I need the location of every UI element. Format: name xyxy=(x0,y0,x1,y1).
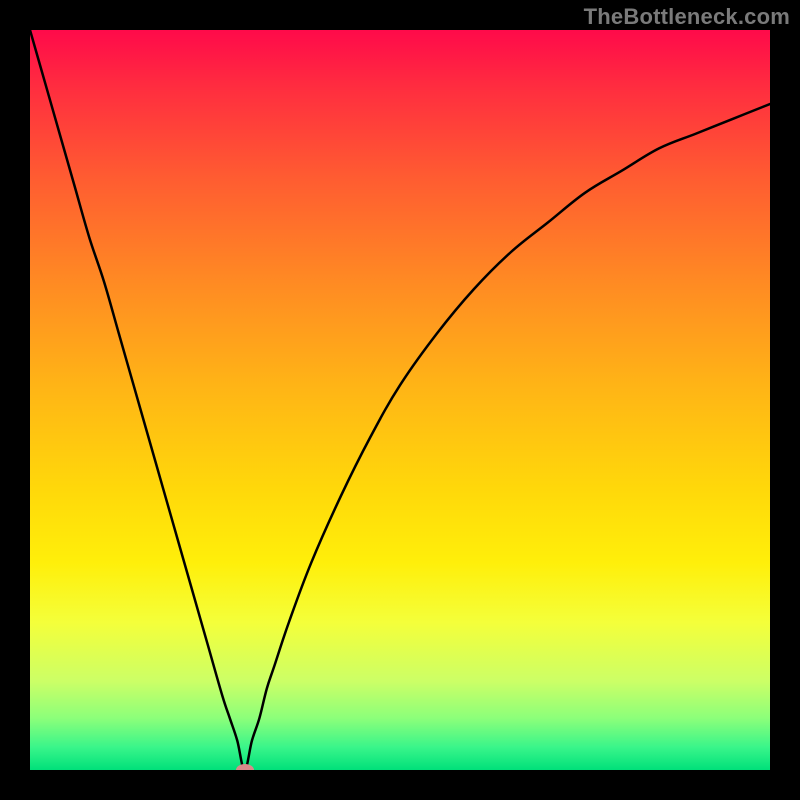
curve-svg xyxy=(30,30,770,770)
curve-path xyxy=(30,30,770,770)
plot-area xyxy=(30,30,770,770)
watermark-text: TheBottleneck.com xyxy=(584,4,790,30)
optimal-marker xyxy=(236,764,254,770)
chart-frame: TheBottleneck.com xyxy=(0,0,800,800)
